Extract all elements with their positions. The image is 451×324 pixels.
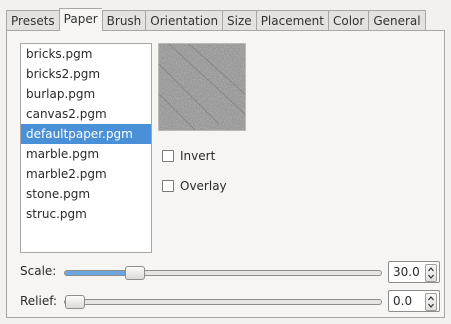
relief-value: 0.0 xyxy=(393,294,413,308)
tab-orientation[interactable]: Orientation xyxy=(145,10,223,31)
list-item[interactable]: bricks.pgm xyxy=(21,44,151,64)
list-item[interactable]: marble2.pgm xyxy=(21,164,151,184)
scale-slider-fill xyxy=(65,271,134,275)
invert-checkbox[interactable] xyxy=(162,150,174,162)
overlay-label: Overlay xyxy=(180,179,227,193)
paper-texture-preview xyxy=(158,43,246,131)
relief-slider[interactable] xyxy=(64,295,382,309)
overlay-checkbox[interactable] xyxy=(162,180,174,192)
scale-spin-arrows-icon[interactable] xyxy=(425,264,437,282)
overlay-option[interactable]: Overlay xyxy=(162,179,227,193)
list-item[interactable]: stone.pgm xyxy=(21,184,151,204)
list-item[interactable]: struc.pgm xyxy=(21,204,151,224)
invert-option[interactable]: Invert xyxy=(162,149,215,163)
list-item[interactable]: bricks2.pgm xyxy=(21,64,151,84)
list-item-selected[interactable]: defaultpaper.pgm xyxy=(21,124,151,144)
tab-size[interactable]: Size xyxy=(222,10,256,31)
scale-label: Scale: xyxy=(20,264,57,278)
tab-general[interactable]: General xyxy=(368,10,426,31)
list-item[interactable]: marble.pgm xyxy=(21,144,151,164)
tab-paper[interactable]: Paper xyxy=(58,8,102,31)
paper-list[interactable]: bricks.pgm bricks2.pgm burlap.pgm canvas… xyxy=(20,43,152,253)
relief-label: Relief: xyxy=(20,294,58,308)
relief-slider-handle[interactable] xyxy=(65,295,85,309)
paper-panel: bricks.pgm bricks2.pgm burlap.pgm canvas… xyxy=(6,30,445,318)
tab-color[interactable]: Color xyxy=(327,10,369,31)
scale-spinbox[interactable]: 30.0 xyxy=(388,261,440,283)
list-item[interactable]: burlap.pgm xyxy=(21,84,151,104)
relief-spin-arrows-icon[interactable] xyxy=(425,293,437,311)
invert-label: Invert xyxy=(180,149,216,163)
tab-presets[interactable]: Presets xyxy=(6,10,59,31)
tab-placement[interactable]: Placement xyxy=(255,10,328,31)
list-item[interactable]: canvas2.pgm xyxy=(21,104,151,124)
scale-slider-handle[interactable] xyxy=(125,266,145,280)
tab-brush[interactable]: Brush xyxy=(101,10,146,31)
scale-value: 30.0 xyxy=(393,265,420,279)
tab-bar: Presets Paper Brush Orientation Size Pla… xyxy=(6,8,426,31)
scale-slider[interactable] xyxy=(64,266,382,280)
relief-spinbox[interactable]: 0.0 xyxy=(388,290,440,312)
